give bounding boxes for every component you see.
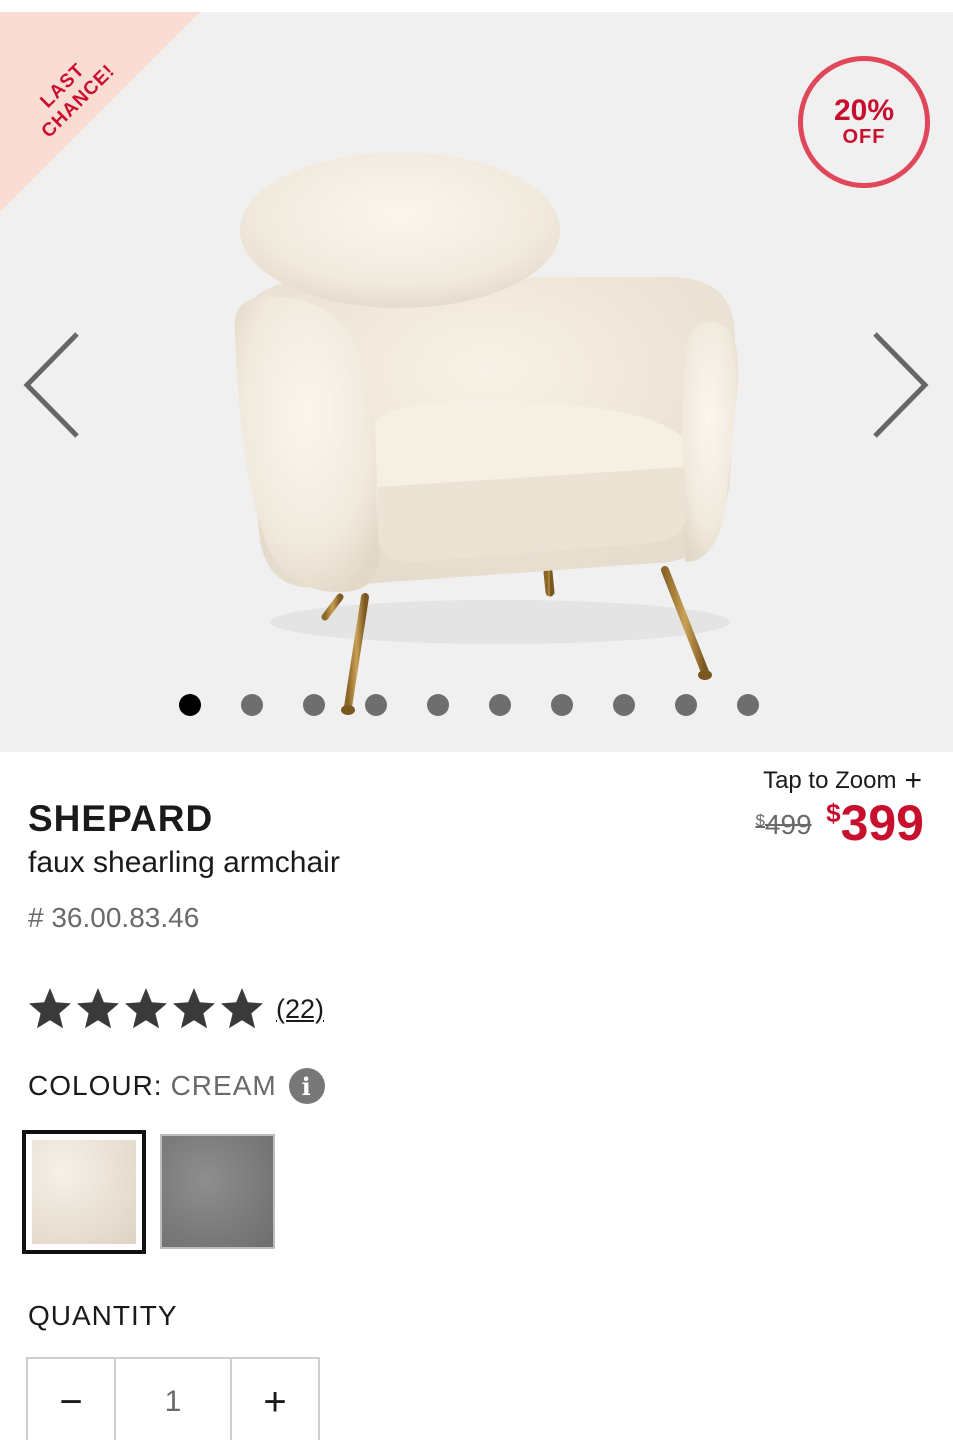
slide-dot[interactable]	[551, 694, 573, 716]
slide-dot[interactable]	[365, 694, 387, 716]
discount-badge: 20% OFF	[798, 56, 930, 188]
slide-dot[interactable]	[241, 694, 263, 716]
chevron-left-icon	[23, 332, 79, 438]
slide-dot[interactable]	[179, 694, 201, 716]
slide-dot[interactable]	[675, 694, 697, 716]
colour-value: CREAM	[170, 1070, 277, 1101]
star-icon	[125, 988, 167, 1029]
slide-dot[interactable]	[427, 694, 449, 716]
quantity-stepper: − 1 +	[26, 1357, 320, 1440]
quantity-input[interactable]: 1	[114, 1359, 232, 1440]
slide-dot[interactable]	[489, 694, 511, 716]
slide-indicator	[0, 694, 953, 718]
star-icon	[77, 988, 119, 1029]
star-icon	[221, 988, 263, 1029]
star-rating	[26, 985, 266, 1033]
info-icon[interactable]: i	[288, 1068, 325, 1104]
zoom-label: Tap to Zoom	[763, 767, 897, 794]
swatch-cream[interactable]	[22, 1130, 146, 1254]
colour-label: COLOUR:	[28, 1070, 163, 1101]
price-block: $499 $399	[700, 794, 924, 852]
slide-dot[interactable]	[737, 694, 759, 716]
increase-quantity-button[interactable]: +	[232, 1359, 318, 1440]
quantity-label: QUANTITY	[28, 1300, 178, 1331]
decrease-quantity-button[interactable]: −	[28, 1359, 114, 1440]
last-chance-ribbon: LAST CHANCE!	[0, 12, 200, 212]
product-sku: # 36.00.83.46	[28, 902, 200, 933]
previous-image-button[interactable]	[22, 330, 82, 440]
product-name: SHEPARD	[28, 798, 214, 839]
product-image	[234, 152, 739, 715]
discount-percent: 20%	[833, 94, 895, 127]
product-image-gallery[interactable]: LAST CHANCE! 20% OFF	[0, 12, 953, 752]
slide-dot[interactable]	[613, 694, 635, 716]
swatch-grey[interactable]	[160, 1134, 275, 1249]
rating: (22)	[26, 984, 324, 1034]
next-image-button[interactable]	[870, 330, 930, 440]
review-count-link[interactable]: (22)	[276, 994, 324, 1025]
sale-price: $399	[826, 795, 924, 851]
chevron-right-icon	[873, 332, 929, 438]
plus-icon: +	[904, 764, 922, 797]
star-icon	[29, 988, 71, 1029]
colour-selector-header: COLOUR: CREAM i	[28, 1068, 325, 1104]
star-icon	[173, 988, 215, 1029]
discount-off-label: OFF	[842, 126, 886, 148]
original-price: $499	[755, 809, 812, 840]
product-subtitle: faux shearling armchair	[28, 846, 340, 879]
slide-dot[interactable]	[303, 694, 325, 716]
tap-to-zoom-button[interactable]: Tap to Zoom +	[740, 762, 922, 797]
